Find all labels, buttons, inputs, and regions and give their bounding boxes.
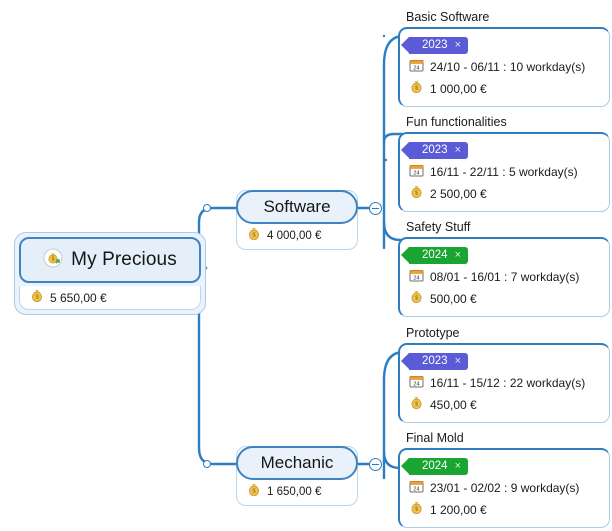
leaf-tag-row: 2023 ×	[400, 140, 601, 161]
svg-text:24: 24	[413, 275, 419, 281]
leaf-cost-row: $ 500,00 €	[409, 290, 601, 310]
year-tag[interactable]: 2024 ×	[400, 246, 469, 264]
calendar-24-icon: 24	[409, 163, 424, 183]
money-bag-icon: $	[409, 290, 424, 310]
root-node-cost: 5 650,00 €	[50, 290, 107, 305]
root-node-label: My Precious	[71, 249, 177, 270]
leaf-node-basic-software[interactable]: Basic Software 2023 × 24 24/10 - 06/11 :…	[398, 10, 610, 107]
leaf-schedule-text: 24/10 - 06/11 : 10 workday(s)	[430, 60, 586, 74]
year-tag-label: 2024	[422, 249, 448, 261]
leaf-schedule-text: 16/11 - 15/12 : 22 workday(s)	[430, 376, 586, 390]
leaf-node-safety-stuff[interactable]: Safety Stuff 2024 × 24 08/01 - 16/01 : 7…	[398, 220, 610, 317]
branch-handle-software[interactable]	[203, 204, 211, 212]
branch-node-mechanic-cost-row: $ 1 650,00 €	[237, 479, 357, 505]
leaf-node-basic-software-label: Basic Software	[406, 10, 490, 24]
money-bag-icon: $	[247, 227, 261, 245]
leaf-schedule-text: 23/01 - 02/02 : 9 workday(s)	[430, 481, 580, 495]
leaf-cost-text: 1 200,00 €	[430, 503, 487, 517]
leaf-schedule-row: 24 16/11 - 15/12 : 22 workday(s)	[409, 374, 601, 394]
svg-text:24: 24	[413, 170, 419, 176]
leaf-node-prototype-label: Prototype	[406, 326, 460, 340]
close-icon[interactable]: ×	[455, 144, 461, 156]
calendar-24-icon: 24	[409, 268, 424, 288]
year-tag-label: 2023	[422, 355, 448, 367]
year-tag-label: 2024	[422, 460, 448, 472]
money-bag-income-icon: $	[43, 248, 63, 273]
money-bag-icon: $	[247, 483, 261, 501]
calendar-24-icon: 24	[409, 58, 424, 78]
year-tag[interactable]: 2023 ×	[400, 352, 469, 370]
mindmap-canvas[interactable]: $ My Precious $ 5 650,00 € Software $ 4 …	[0, 0, 612, 531]
leaf-schedule-row: 24 08/01 - 16/01 : 7 workday(s)	[409, 268, 601, 288]
close-icon[interactable]: ×	[455, 355, 461, 367]
branch-node-mechanic-title[interactable]: Mechanic	[236, 446, 358, 480]
leaf-node-fun-functionalities[interactable]: Fun functionalities 2023 × 24 16/11 - 22…	[398, 115, 610, 212]
leaf-node-final-mold[interactable]: Final Mold 2024 × 24 23/01 - 02/02 : 9 w…	[398, 431, 610, 528]
money-bag-icon: $	[409, 501, 424, 521]
leaf-cost-row: $ 2 500,00 €	[409, 185, 601, 205]
leaf-cost-text: 2 500,00 €	[430, 187, 487, 201]
calendar-24-icon: 24	[409, 479, 424, 499]
leaf-schedule-row: 24 23/01 - 02/02 : 9 workday(s)	[409, 479, 601, 499]
leaf-schedule-row: 24 24/10 - 06/11 : 10 workday(s)	[409, 58, 601, 78]
year-tag[interactable]: 2023 ×	[400, 36, 469, 54]
year-tag[interactable]: 2024 ×	[400, 457, 469, 475]
svg-text:24: 24	[413, 381, 419, 387]
money-bag-icon: $	[409, 80, 424, 100]
close-icon[interactable]: ×	[455, 39, 461, 51]
svg-text:24: 24	[413, 65, 419, 71]
leaf-schedule-text: 16/11 - 22/11 : 5 workday(s)	[430, 165, 578, 179]
root-node[interactable]: $ My Precious $ 5 650,00 €	[14, 232, 206, 315]
year-tag[interactable]: 2023 ×	[400, 141, 469, 159]
leaf-node-final-mold-label: Final Mold	[406, 431, 464, 445]
root-node-title-box[interactable]: $ My Precious	[19, 237, 201, 283]
branch-node-software-title[interactable]: Software	[236, 190, 358, 224]
leaf-cost-text: 500,00 €	[430, 292, 477, 306]
calendar-24-icon: 24	[409, 374, 424, 394]
branch-node-mechanic[interactable]: Mechanic $ 1 650,00 €	[236, 446, 358, 506]
leaf-cost-row: $ 450,00 €	[409, 396, 601, 416]
leaf-tag-row: 2024 ×	[400, 456, 601, 477]
leaf-node-safety-stuff-card[interactable]: 2024 × 24 08/01 - 16/01 : 7 workday(s) $…	[398, 237, 610, 317]
leaf-schedule-text: 08/01 - 16/01 : 7 workday(s)	[430, 270, 580, 284]
leaf-node-basic-software-card[interactable]: 2023 × 24 24/10 - 06/11 : 10 workday(s)	[398, 27, 610, 107]
year-tag-label: 2023	[422, 39, 448, 51]
leaf-schedule-row: 24 16/11 - 22/11 : 5 workday(s)	[409, 163, 601, 183]
leaf-node-fun-functionalities-label: Fun functionalities	[406, 115, 507, 129]
money-bag-icon: $	[409, 396, 424, 416]
leaf-node-prototype[interactable]: Prototype 2023 × 24 16/11 - 15/12 : 22 w…	[398, 326, 610, 423]
close-icon[interactable]: ×	[455, 460, 461, 472]
money-bag-icon: $	[409, 185, 424, 205]
leaf-node-prototype-card[interactable]: 2023 × 24 16/11 - 15/12 : 22 workday(s)	[398, 343, 610, 423]
year-tag-label: 2023	[422, 144, 448, 156]
leaf-node-final-mold-card[interactable]: 2024 × 24 23/01 - 02/02 : 9 workday(s) $…	[398, 448, 610, 528]
leaf-cost-row: $ 1 200,00 €	[409, 501, 601, 521]
collapse-toggle-software[interactable]	[369, 202, 382, 215]
money-bag-icon: $	[30, 289, 44, 307]
leaf-cost-text: 1 000,00 €	[430, 82, 487, 96]
leaf-node-safety-stuff-label: Safety Stuff	[406, 220, 471, 234]
close-icon[interactable]: ×	[455, 249, 461, 261]
leaf-cost-row: $ 1 000,00 €	[409, 80, 601, 100]
branch-handle-mechanic[interactable]	[203, 460, 211, 468]
leaf-cost-text: 450,00 €	[430, 398, 477, 412]
branch-node-software[interactable]: Software $ 4 000,00 €	[236, 190, 358, 250]
leaf-tag-row: 2024 ×	[400, 245, 601, 266]
branch-node-software-cost-row: $ 4 000,00 €	[237, 223, 357, 249]
leaf-tag-row: 2023 ×	[400, 35, 601, 56]
root-node-cost-row: $ 5 650,00 €	[19, 286, 201, 310]
leaf-tag-row: 2023 ×	[400, 351, 601, 372]
svg-text:$: $	[52, 256, 55, 262]
svg-text:24: 24	[413, 486, 419, 492]
branch-node-software-cost: 4 000,00 €	[267, 230, 322, 242]
leaf-node-fun-functionalities-card[interactable]: 2023 × 24 16/11 - 22/11 : 5 workday(s) $…	[398, 132, 610, 212]
collapse-toggle-mechanic[interactable]	[369, 458, 382, 471]
branch-node-mechanic-cost: 1 650,00 €	[267, 486, 322, 498]
